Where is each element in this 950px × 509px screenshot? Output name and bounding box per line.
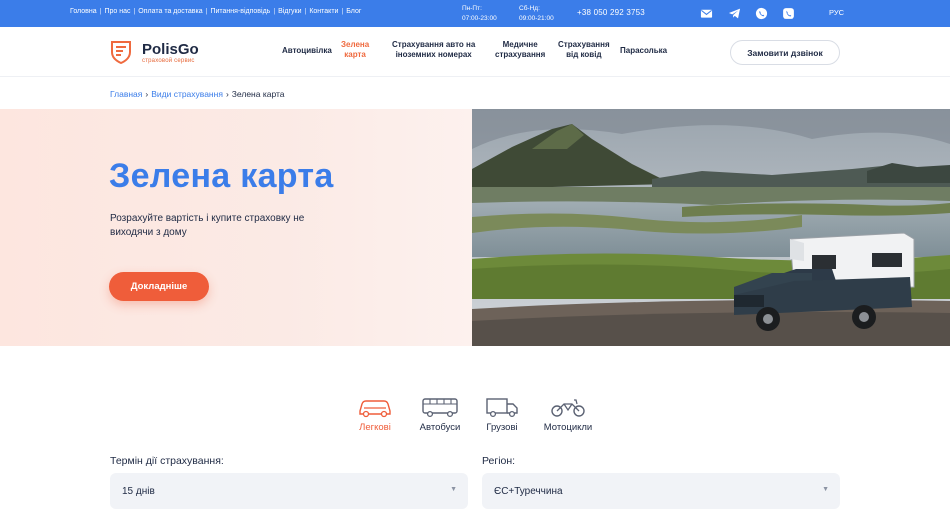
- polisgo-logo-icon[interactable]: [110, 40, 132, 64]
- order-call-button[interactable]: Замовити дзвінок: [730, 40, 840, 65]
- term-select[interactable]: 15 днів ▼: [110, 473, 468, 509]
- tab-label: Автобуси: [419, 422, 461, 433]
- term-value: 15 днів: [122, 486, 155, 497]
- nav-label: Автоцивілка: [282, 46, 332, 55]
- hours-weekend: Сб-Нд: 09:00-21:00: [519, 4, 554, 24]
- nav-green-card[interactable]: Зелена карта: [341, 40, 369, 60]
- top-nav-reviews[interactable]: Відгуки: [278, 8, 301, 15]
- email-icon[interactable]: [700, 7, 713, 20]
- site-header: PolisGo страховой сервис Автоцивілка Зел…: [0, 27, 950, 77]
- car-icon: [359, 400, 391, 418]
- nav-umbrella[interactable]: Парасолька: [620, 46, 667, 56]
- tab-label: Мотоцикли: [543, 422, 593, 433]
- telegram-icon[interactable]: [728, 7, 741, 20]
- logo-name[interactable]: PolisGo: [142, 41, 199, 58]
- top-nav-faq[interactable]: Питання-відповідь: [210, 8, 270, 15]
- top-nav-payment[interactable]: Оплата та доставка: [138, 8, 202, 15]
- nav-separator: |: [205, 8, 208, 15]
- top-bar: Головна | Про нас | Оплата та доставка | Пи…: [0, 0, 950, 27]
- hours-weekday-label: Пн-Пт:: [462, 5, 482, 12]
- tab-label: Грузові: [486, 422, 518, 433]
- hours-weekend-label: Сб-Нд:: [519, 5, 540, 12]
- nav-covid[interactable]: Страхування від ковід: [558, 40, 610, 60]
- viber-icon[interactable]: [782, 7, 795, 20]
- region-select[interactable]: ЄС+Туреччина ▼: [482, 473, 840, 509]
- hours-weekday-value: 07:00-23:00: [462, 15, 497, 22]
- nav-avtotsyvilka[interactable]: Автоцивілка: [282, 46, 332, 56]
- logo-tagline: страховой сервис: [142, 58, 195, 64]
- top-nav: Головна | Про нас | Оплата та доставка | Пи…: [70, 8, 361, 15]
- top-nav-blog[interactable]: Блог: [346, 8, 361, 15]
- top-nav-about[interactable]: Про нас: [104, 8, 130, 15]
- nav-label: Медичне: [502, 40, 538, 49]
- nav-label: страхування: [495, 50, 546, 59]
- motorcycle-icon: [551, 399, 585, 417]
- bus-icon: [422, 398, 458, 418]
- tab-trucks[interactable]: Грузові: [467, 396, 537, 433]
- tab-label: Легкові: [359, 422, 391, 433]
- nav-label: Страхування: [558, 40, 610, 49]
- nav-separator: |: [341, 8, 344, 15]
- tab-motorcycles[interactable]: Мотоцикли: [533, 396, 603, 433]
- more-info-button[interactable]: Докладніше: [109, 272, 209, 301]
- breadcrumb: Главная › Види страхування › Зелена карта: [110, 89, 285, 99]
- tab-buses[interactable]: Автобуси: [405, 396, 475, 433]
- tab-passenger-cars[interactable]: Легкові: [340, 396, 410, 433]
- term-label: Термін дії страхування:: [110, 455, 224, 467]
- region-value: ЄС+Туреччина: [494, 486, 563, 497]
- breadcrumb-current: Зелена карта: [231, 89, 285, 99]
- nav-separator: |: [99, 8, 102, 15]
- nav-label: Страхування авто на: [392, 40, 476, 49]
- region-label: Регіон:: [482, 455, 516, 467]
- nav-label: Парасолька: [620, 46, 668, 55]
- hours-weekend-value: 09:00-21:00: [519, 15, 554, 22]
- nav-separator: |: [133, 8, 136, 15]
- landscape-camper-illustration: [472, 109, 950, 346]
- nav-label: Зелена: [341, 40, 370, 49]
- nav-label: карта: [344, 50, 366, 59]
- top-nav-home[interactable]: Головна: [70, 8, 97, 15]
- breadcrumb-separator: ›: [145, 89, 149, 99]
- breadcrumb-separator: ›: [225, 89, 229, 99]
- hero-image: [472, 109, 950, 346]
- nav-foreign-plates[interactable]: Страхування авто на іноземних номерах: [392, 40, 475, 60]
- breadcrumb-section[interactable]: Види страхування: [151, 89, 223, 99]
- hours-weekday: Пн-Пт: 07:00-23:00: [462, 4, 497, 24]
- hero-title: Зелена карта: [109, 157, 334, 195]
- whatsapp-icon[interactable]: [755, 7, 768, 20]
- nav-separator: |: [304, 8, 307, 15]
- breadcrumb-home[interactable]: Главная: [110, 89, 142, 99]
- chevron-down-icon: ▼: [822, 486, 829, 493]
- nav-label: іноземних номерах: [395, 50, 472, 59]
- phone-number[interactable]: +38 050 292 3753: [577, 8, 645, 17]
- nav-medical[interactable]: Медичне страхування: [495, 40, 545, 60]
- nav-label: від ковід: [566, 50, 602, 59]
- chevron-down-icon: ▼: [450, 486, 457, 493]
- hero-text: Розрахуйте вартість і купите страховку н…: [110, 213, 305, 238]
- truck-icon: [486, 398, 518, 418]
- language-switch[interactable]: РУС: [829, 8, 844, 17]
- top-nav-contacts[interactable]: Контакти: [309, 8, 338, 15]
- nav-separator: |: [273, 8, 276, 15]
